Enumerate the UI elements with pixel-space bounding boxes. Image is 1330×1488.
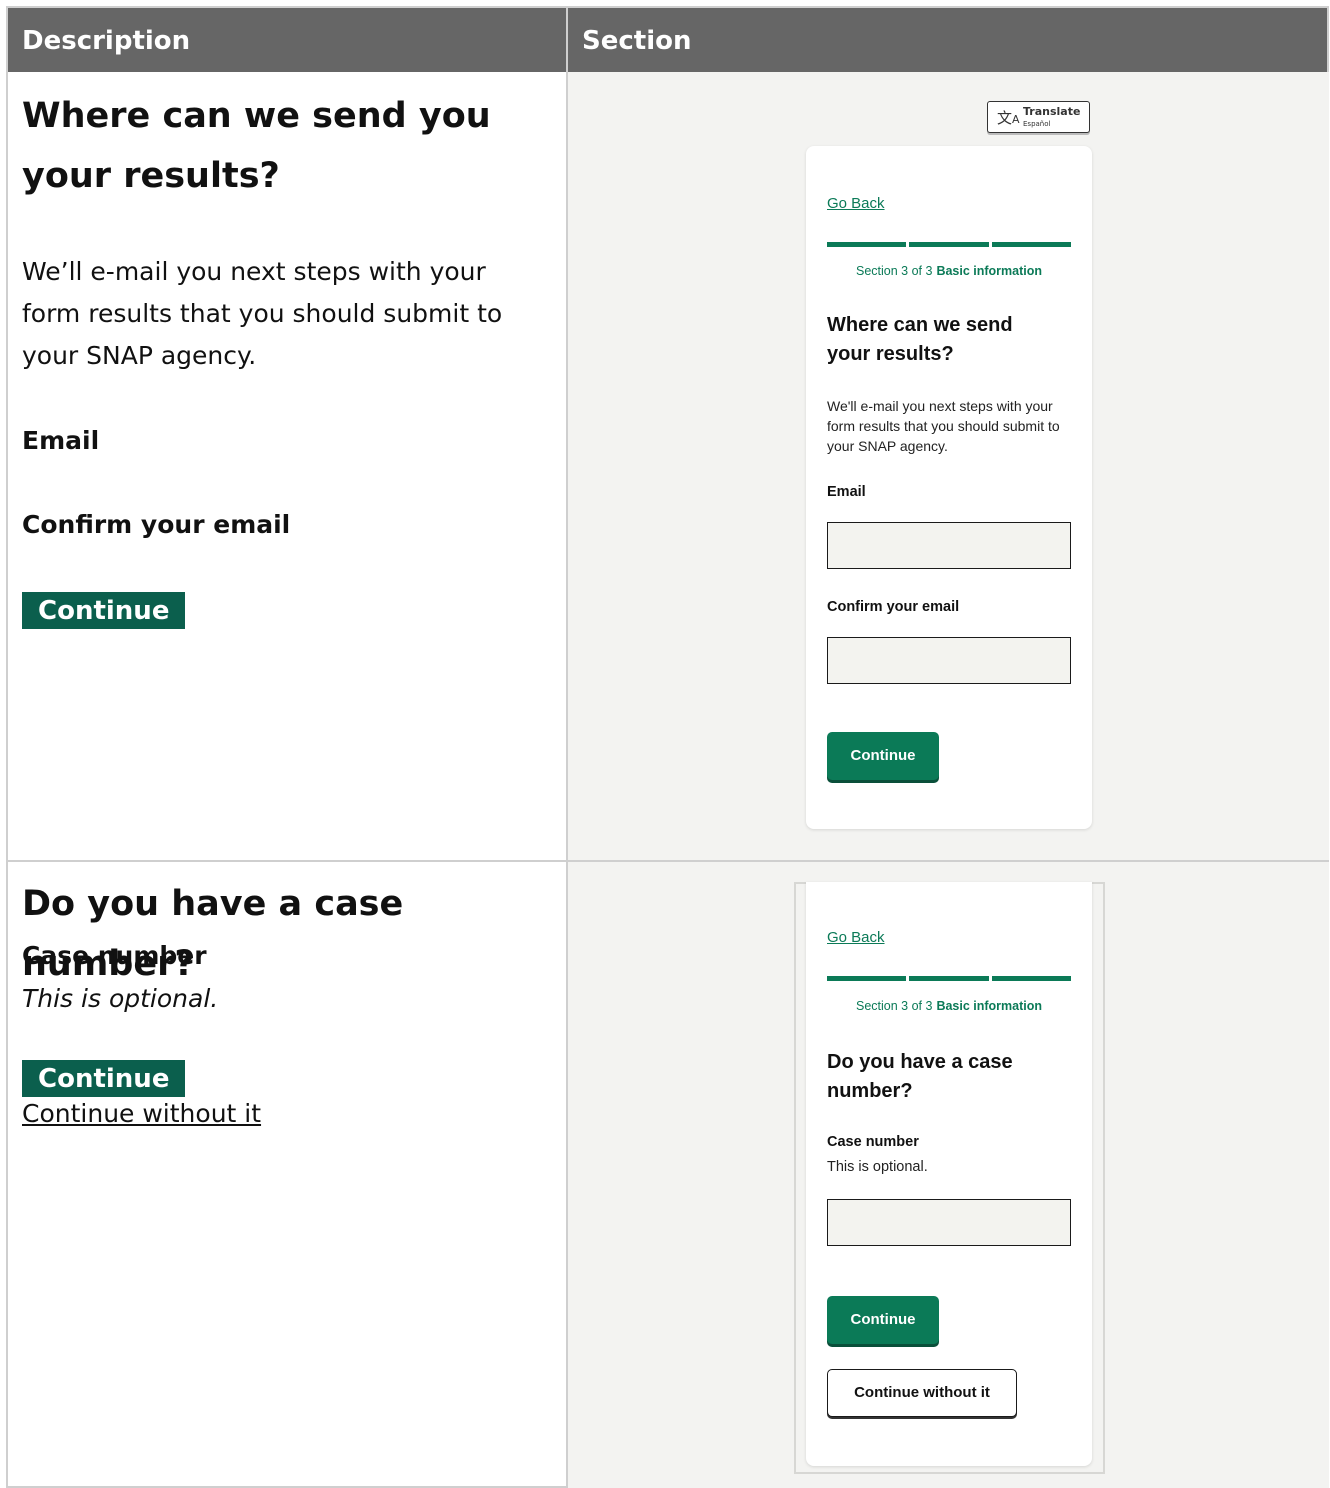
section-count: Section 3 of 3 — [855, 999, 933, 1013]
confirm-email-field[interactable] — [827, 637, 1071, 684]
section-name: Basic information — [936, 999, 1043, 1013]
row2-description-title: Do you have a case number? — [22, 884, 404, 984]
mockup-card-case: Go Back Section 3 of 3 Basic information … — [806, 882, 1092, 1466]
row1-email-label: Email — [22, 426, 100, 455]
progress-segment — [909, 976, 989, 981]
progress-bar — [827, 242, 1071, 247]
row2-continue-without-link[interactable]: Continue without it — [22, 1099, 261, 1128]
case-number-hint: This is optional. — [827, 1159, 928, 1175]
go-back-link[interactable]: Go Back — [827, 929, 885, 946]
continue-button[interactable]: Continue — [827, 1296, 939, 1344]
row2-case-label: Case number — [22, 941, 207, 970]
row2-continue-button[interactable]: Continue — [22, 1060, 186, 1097]
translate-label: Translate — [1023, 105, 1081, 118]
row2-hint: This is optional. — [22, 984, 219, 1013]
row1-description-title: Where can we send you your results? — [22, 96, 491, 196]
translate-button[interactable]: 文A Translate Español — [987, 101, 1090, 133]
table-header: Description Section — [8, 8, 1327, 72]
go-back-link[interactable]: Go Back — [827, 195, 885, 212]
progress-segment — [827, 976, 907, 981]
row1-continue-button[interactable]: Continue — [22, 592, 186, 629]
section-count: Section 3 of 3 — [855, 264, 933, 278]
mockup-card-email: Go Back Section 3 of 3 Basic information … — [806, 146, 1092, 829]
progress-segment — [827, 242, 907, 247]
section-name: Basic information — [936, 264, 1043, 278]
continue-without-button[interactable]: Continue without it — [827, 1369, 1017, 1417]
mockup-title: Do you have a case number? — [827, 1051, 1013, 1102]
column-header-description: Description — [22, 26, 191, 56]
column-header-section: Section — [582, 26, 692, 56]
translate-sublabel: Español — [1023, 120, 1051, 128]
continue-button[interactable]: Continue — [827, 732, 939, 780]
progress-segment — [991, 976, 1071, 981]
mockup-title: Where can we send your results? — [827, 314, 1013, 365]
comparison-table: Description Section Where can we send yo… — [6, 6, 1329, 1488]
email-field[interactable] — [827, 522, 1071, 569]
case-number-field[interactable] — [827, 1199, 1071, 1246]
progress-bar — [827, 976, 1071, 981]
progress-segment — [991, 242, 1071, 247]
row1-confirm-label: Confirm your email — [22, 510, 291, 539]
section-indicator: Section 3 of 3 Basic information — [827, 264, 1071, 278]
row-divider — [8, 860, 1327, 862]
section-indicator: Section 3 of 3 Basic information — [827, 999, 1071, 1013]
confirm-email-label: Confirm your email — [827, 599, 960, 615]
case-number-label: Case number — [827, 1134, 919, 1150]
progress-segment — [909, 242, 989, 247]
email-label: Email — [827, 484, 866, 500]
mockup-text: We'll e-mail you next steps with your fo… — [827, 398, 1060, 454]
row1-description-text: We’ll e-mail you next steps with your fo… — [22, 257, 503, 370]
column-divider — [566, 8, 568, 1486]
translate-icon: 文A — [997, 109, 1020, 127]
